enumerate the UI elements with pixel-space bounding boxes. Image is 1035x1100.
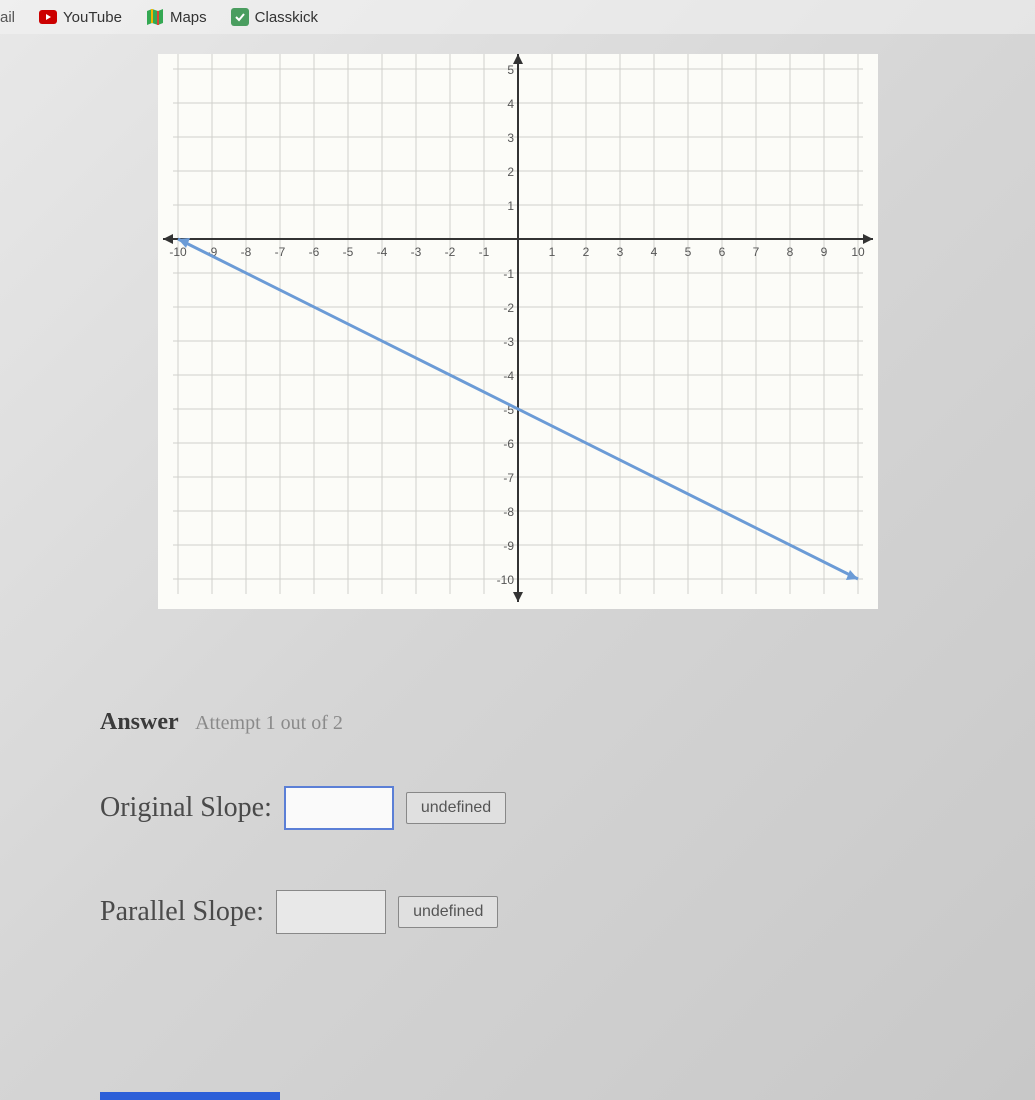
- svg-text:-3: -3: [410, 245, 421, 259]
- svg-text:2: 2: [582, 245, 589, 259]
- svg-text:-7: -7: [274, 245, 285, 259]
- svg-text:8: 8: [786, 245, 793, 259]
- bookmarks-bar: ail YouTube Maps Classkick: [0, 0, 1035, 34]
- original-slope-label: Original Slope:: [100, 792, 272, 824]
- svg-text:-8: -8: [503, 505, 514, 519]
- svg-text:3: 3: [507, 131, 514, 145]
- svg-text:4: 4: [507, 97, 514, 111]
- bookmark-youtube[interactable]: YouTube: [39, 8, 122, 26]
- svg-text:-9: -9: [503, 539, 514, 553]
- progress-bar: [100, 1092, 280, 1100]
- svg-text:-3: -3: [503, 335, 514, 349]
- answer-section: Answer Attempt 1 out of 2 Original Slope…: [0, 669, 1035, 934]
- svg-text:-4: -4: [503, 369, 514, 383]
- svg-text:6: 6: [718, 245, 725, 259]
- parallel-slope-row: Parallel Slope: undefined: [100, 890, 1035, 934]
- svg-text:-8: -8: [240, 245, 251, 259]
- maps-icon: [146, 8, 164, 26]
- svg-text:-2: -2: [503, 301, 514, 315]
- svg-text:-1: -1: [503, 267, 514, 281]
- svg-text:5: 5: [684, 245, 691, 259]
- svg-text:4: 4: [650, 245, 657, 259]
- svg-text:9: 9: [820, 245, 827, 259]
- undefined-button-parallel[interactable]: undefined: [398, 896, 498, 928]
- svg-text:2: 2: [507, 165, 514, 179]
- bookmark-maps[interactable]: Maps: [146, 8, 207, 26]
- svg-text:-4: -4: [376, 245, 387, 259]
- answer-label: Answer: [100, 709, 179, 735]
- answer-header: Answer Attempt 1 out of 2: [100, 709, 1035, 736]
- bookmark-label: YouTube: [63, 9, 122, 26]
- svg-text:5: 5: [507, 63, 514, 77]
- classkick-icon: [231, 8, 249, 26]
- bookmark-partial: ail: [0, 9, 15, 26]
- undefined-button-original[interactable]: undefined: [406, 792, 506, 824]
- bookmark-label: Maps: [170, 9, 207, 26]
- svg-text:-6: -6: [308, 245, 319, 259]
- svg-text:-7: -7: [503, 471, 514, 485]
- svg-text:10: 10: [851, 245, 865, 259]
- parallel-slope-input[interactable]: [276, 890, 386, 934]
- svg-text:3: 3: [616, 245, 623, 259]
- bookmark-label: Classkick: [255, 9, 318, 26]
- svg-text:1: 1: [548, 245, 555, 259]
- svg-text:-6: -6: [503, 437, 514, 451]
- svg-text:-10: -10: [496, 573, 514, 587]
- svg-text:7: 7: [752, 245, 759, 259]
- original-slope-input[interactable]: [284, 786, 394, 830]
- youtube-icon: [39, 8, 57, 26]
- graph-container: x -10 -9 -8 -7 -6 -5 -4 -3 -2 -1 1 2 3 4…: [0, 54, 1035, 609]
- attempt-text: Attempt 1 out of 2: [195, 712, 343, 734]
- svg-text:-2: -2: [444, 245, 455, 259]
- parallel-slope-label: Parallel Slope:: [100, 896, 264, 928]
- bookmark-classkick[interactable]: Classkick: [231, 8, 318, 26]
- svg-text:1: 1: [507, 199, 514, 213]
- original-slope-row: Original Slope: undefined: [100, 786, 1035, 830]
- coordinate-graph: x -10 -9 -8 -7 -6 -5 -4 -3 -2 -1 1 2 3 4…: [158, 54, 878, 609]
- svg-text:-10: -10: [169, 245, 187, 259]
- svg-text:-5: -5: [342, 245, 353, 259]
- svg-text:-1: -1: [478, 245, 489, 259]
